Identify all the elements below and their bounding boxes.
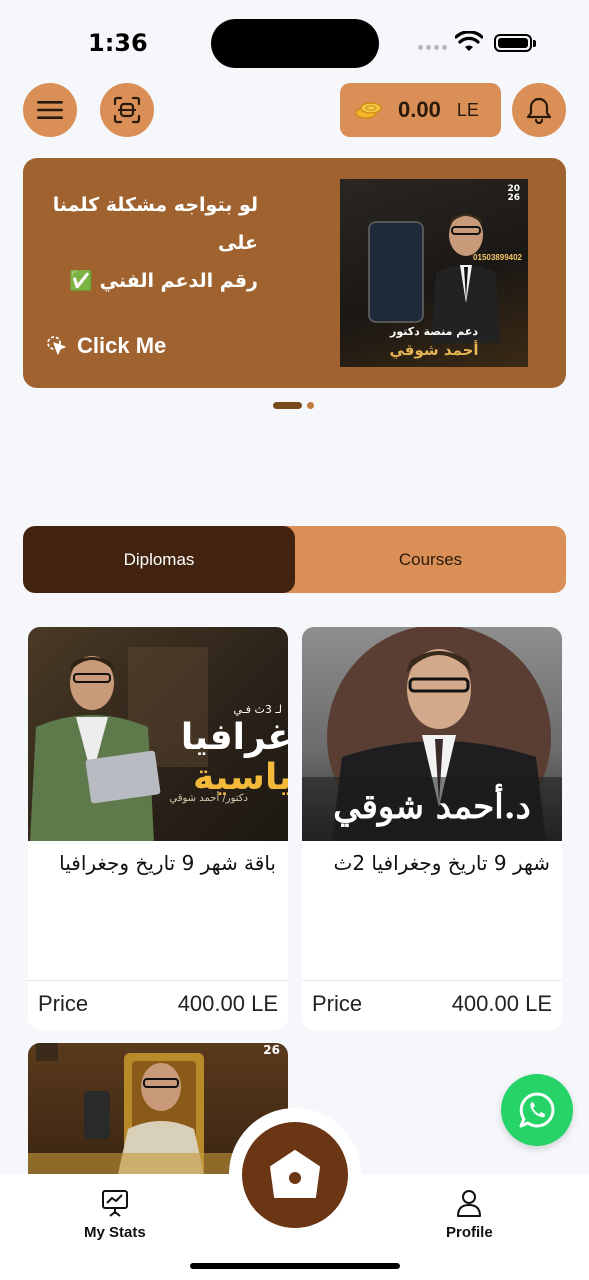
course-thumbnail: د.أحمد شوقي bbox=[302, 627, 562, 841]
nav-profile-label: Profile bbox=[446, 1224, 493, 1241]
support-banner[interactable]: لو بتواجه مشكلة كلمنا على رقم الدعم الفن… bbox=[23, 158, 566, 388]
overlay-subject-2: ياسية bbox=[193, 757, 288, 798]
battery-icon bbox=[494, 34, 536, 52]
overlay-author: دكتور/ أحمد شوقي bbox=[169, 793, 248, 804]
price-label: Price bbox=[312, 991, 363, 1016]
bell-icon bbox=[526, 97, 552, 124]
banner-caption-1: دعم منصة دكتور bbox=[389, 325, 479, 338]
banner-text: لو بتواجه مشكلة كلمنا على رقم الدعم الفن… bbox=[28, 186, 258, 300]
wallet-currency: LE bbox=[456, 99, 479, 120]
price-value: 400.00 LE bbox=[451, 991, 552, 1016]
course-card[interactable]: د.أحمد شوقي شهر 9 تاريخ وجغرافيا 2ث Pric… bbox=[302, 627, 562, 1030]
notifications-button[interactable] bbox=[512, 83, 566, 137]
nav-profile[interactable]: Profile bbox=[446, 1188, 493, 1241]
nav-my-stats-label: My Stats bbox=[84, 1224, 146, 1241]
banner-caption-2: أحمد شوقي bbox=[389, 341, 479, 359]
nav-my-stats[interactable]: My Stats bbox=[84, 1188, 146, 1241]
course-title: شهر 9 تاريخ وجغرافيا 2ث bbox=[333, 851, 551, 875]
phone-graphic bbox=[368, 221, 424, 323]
whatsapp-icon bbox=[519, 1092, 555, 1128]
banner-year-bottom: 26 bbox=[507, 193, 520, 203]
scan-button[interactable] bbox=[100, 83, 154, 137]
divider bbox=[302, 980, 562, 981]
banner-image: 20 26 01503899402 دعم منصة دكتور أحمد شو… bbox=[340, 179, 528, 367]
thumbnail-year: 26 bbox=[263, 1043, 280, 1057]
divider bbox=[28, 980, 288, 981]
wifi-icon bbox=[455, 31, 483, 51]
coins-icon bbox=[355, 102, 382, 119]
banner-phone-number: 01503899402 bbox=[473, 253, 522, 262]
profile-icon bbox=[457, 1190, 482, 1217]
overlay-name: د.أحمد شوقي bbox=[333, 787, 531, 827]
click-me-button[interactable]: Click Me bbox=[45, 333, 166, 359]
home-button[interactable] bbox=[242, 1122, 348, 1228]
hamburger-icon bbox=[37, 101, 63, 119]
price-value: 400.00 LE bbox=[177, 991, 278, 1016]
whatsapp-button[interactable] bbox=[501, 1074, 573, 1146]
person-graphic bbox=[432, 214, 500, 343]
menu-button[interactable] bbox=[23, 83, 77, 137]
overlay-grade: لـ 3ث فـي bbox=[233, 703, 282, 716]
scan-icon bbox=[113, 96, 141, 124]
click-me-label: Click Me bbox=[77, 333, 167, 358]
wallet-amount: 0.00 bbox=[398, 97, 441, 122]
price-label: Price bbox=[38, 991, 89, 1016]
course-title: باقة شهر 9 تاريخ وجغرافيا bbox=[59, 851, 276, 875]
status-bar: 1:36 bbox=[0, 0, 589, 80]
course-thumbnail: لـ 3ث فـي غرافيا ياسية دكتور/ أحمد شوقي bbox=[28, 627, 288, 841]
signal-icon bbox=[418, 45, 447, 50]
overlay-subject: غرافيا bbox=[180, 717, 288, 758]
banner-pager bbox=[273, 402, 314, 409]
course-card[interactable]: لـ 3ث فـي غرافيا ياسية دكتور/ أحمد شوقي … bbox=[28, 627, 288, 1030]
home-icon bbox=[270, 1150, 320, 1198]
banner-image-year: 20 26 bbox=[507, 185, 520, 203]
category-tabs: Diplomas Courses bbox=[23, 526, 566, 593]
status-time: 1:36 bbox=[88, 29, 148, 57]
banner-line-1: لو بتواجه مشكلة كلمنا على bbox=[52, 194, 258, 254]
pointer-click-icon bbox=[47, 336, 66, 355]
dynamic-island bbox=[211, 19, 379, 68]
banner-line-2: رقم الدعم الفني ✅ bbox=[69, 270, 258, 292]
wallet-balance[interactable]: 0.00 LE bbox=[340, 83, 501, 137]
tab-courses[interactable]: Courses bbox=[295, 526, 566, 593]
pager-dot-active[interactable] bbox=[273, 402, 302, 409]
home-indicator bbox=[190, 1263, 400, 1269]
stats-icon bbox=[101, 1190, 128, 1217]
tab-diplomas[interactable]: Diplomas bbox=[23, 526, 295, 593]
pager-dot[interactable] bbox=[307, 402, 314, 409]
